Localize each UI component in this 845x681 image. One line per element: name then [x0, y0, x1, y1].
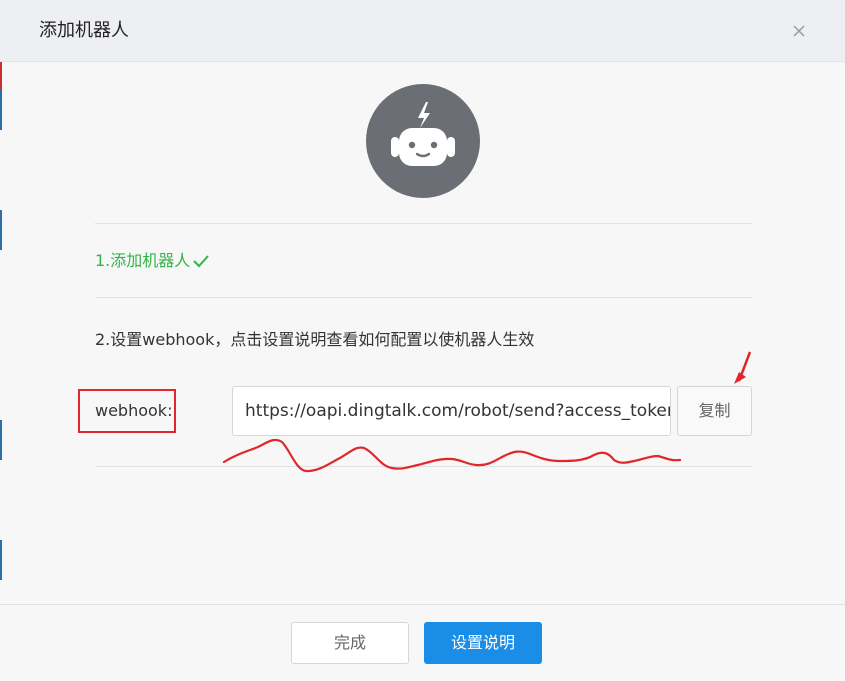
- webhook-url-value: https://oapi.dingtalk.com/robot/send?acc…: [245, 401, 671, 421]
- copy-button[interactable]: 复制: [677, 386, 752, 436]
- webhook-label: webhook:: [95, 401, 173, 420]
- step-1-label: 1.添加机器人: [95, 251, 191, 270]
- annotation-arrowhead: [734, 372, 746, 384]
- close-button[interactable]: [786, 18, 812, 44]
- check-icon: [193, 255, 210, 268]
- done-button[interactable]: 完成: [291, 622, 409, 664]
- webhook-url-input[interactable]: https://oapi.dingtalk.com/robot/send?acc…: [232, 386, 671, 436]
- divider: [95, 223, 752, 224]
- dialog-header: 添加机器人: [0, 0, 845, 62]
- settings-help-button[interactable]: 设置说明: [424, 622, 542, 664]
- add-robot-dialog: 添加机器人 1.添加机器人 2.设置webhook，点击设置说明查看如何配置以使…: [0, 0, 845, 681]
- divider: [95, 466, 752, 467]
- close-icon: [793, 25, 805, 37]
- robot-avatar: [366, 84, 480, 198]
- robot-icon: [391, 102, 455, 166]
- divider: [95, 297, 752, 298]
- annotation-arrow: [737, 351, 752, 382]
- step-2-label: 2.设置webhook，点击设置说明查看如何配置以使机器人生效: [95, 330, 535, 349]
- dialog-title: 添加机器人: [39, 20, 129, 41]
- background-edge: [0, 60, 2, 600]
- step-1: 1.添加机器人: [95, 250, 210, 272]
- dialog-footer: [0, 604, 845, 681]
